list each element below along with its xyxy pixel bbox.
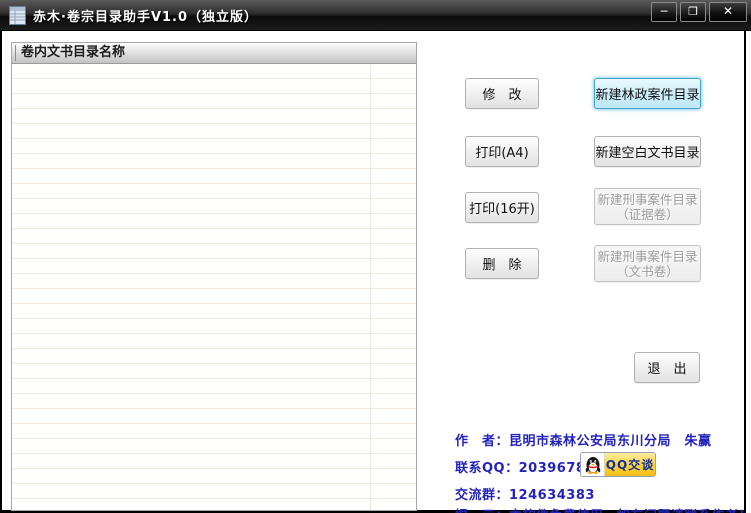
list-row[interactable]: [12, 169, 416, 184]
author-value: 昆明市森林公安局东川分局 朱赢: [509, 434, 712, 449]
group-number: 124634383: [509, 488, 595, 503]
list-row[interactable]: [12, 304, 416, 319]
directory-list-panel: 卷内文书目录名称: [11, 42, 417, 511]
list-row[interactable]: [12, 424, 416, 439]
group-label: 交流群：: [455, 488, 510, 503]
window-border-right: [744, 31, 746, 513]
list-row[interactable]: [12, 409, 416, 424]
print-a4-button[interactable]: 打印(A4): [465, 136, 539, 167]
window-border-left: [0, 31, 2, 513]
exit-button[interactable]: 退 出: [634, 352, 700, 383]
title-bar: 赤木·卷宗目录助手V1.0（独立版） ─ ❐ ✕: [0, 0, 751, 31]
new-criminal-document-button[interactable]: 新建刑事案件目录 （文书卷）: [594, 245, 701, 282]
list-column-header[interactable]: 卷内文书目录名称: [12, 43, 416, 64]
new-blank-directory-button[interactable]: 新建空白文书目录: [594, 136, 701, 167]
list-row[interactable]: [12, 154, 416, 169]
qq-label: 联系QQ：: [455, 461, 519, 476]
author-line: 作 者：昆明市森林公安局东川分局 朱赢: [455, 430, 712, 449]
list-row[interactable]: [12, 394, 416, 409]
list-row[interactable]: [12, 139, 416, 154]
list-row[interactable]: [12, 184, 416, 199]
app-window: 赤木·卷宗目录助手V1.0（独立版） ─ ❐ ✕ 卷内文书目录名称 修 改 打印…: [0, 0, 751, 513]
clipped-note-line: 提 示：本软件免费使用，如有问题请联系作者！: [455, 505, 751, 513]
list-row[interactable]: [12, 79, 416, 94]
list-row[interactable]: [12, 214, 416, 229]
modify-button[interactable]: 修 改: [465, 78, 539, 109]
list-row[interactable]: [12, 319, 416, 334]
list-row[interactable]: [12, 244, 416, 259]
list-row[interactable]: [12, 499, 416, 510]
list-row[interactable]: [12, 64, 416, 79]
list-row[interactable]: [12, 484, 416, 499]
list-row[interactable]: [12, 379, 416, 394]
list-row[interactable]: [12, 289, 416, 304]
delete-button[interactable]: 删 除: [465, 248, 539, 279]
group-line: 交流群：124634383: [455, 484, 595, 503]
close-button[interactable]: ✕: [709, 2, 747, 22]
new-criminal-evidence-button[interactable]: 新建刑事案件目录 （证据卷）: [594, 188, 701, 225]
list-row[interactable]: [12, 274, 416, 289]
qq-chat-button[interactable]: QQ交谈: [580, 452, 656, 477]
button-line2: （证据卷）: [616, 206, 679, 222]
list-rows: [12, 64, 416, 510]
list-row[interactable]: [12, 94, 416, 109]
qq-penguin-icon: [581, 453, 605, 476]
maximize-button[interactable]: ❐: [680, 2, 706, 22]
qq-chat-label: QQ交谈: [605, 453, 655, 476]
contact-qq-line: 联系QQ：20396789: [455, 457, 595, 476]
button-line1: 新建刑事案件目录: [597, 191, 698, 207]
list-row[interactable]: [12, 229, 416, 244]
window-title: 赤木·卷宗目录助手V1.0（独立版）: [33, 9, 259, 25]
button-line2: （文书卷）: [616, 263, 679, 279]
list-column-divider: [370, 64, 371, 510]
list-row[interactable]: [12, 364, 416, 379]
window-controls: ─ ❐ ✕: [651, 2, 747, 23]
list-row[interactable]: [12, 334, 416, 349]
author-label: 作 者：: [455, 434, 510, 449]
print-16k-button[interactable]: 打印(16开): [465, 192, 539, 223]
list-row[interactable]: [12, 109, 416, 124]
app-icon: [9, 5, 26, 25]
list-row[interactable]: [12, 259, 416, 274]
list-row[interactable]: [12, 349, 416, 364]
minimize-button[interactable]: ─: [651, 2, 677, 22]
list-row[interactable]: [12, 199, 416, 214]
list-row[interactable]: [12, 469, 416, 484]
list-row[interactable]: [12, 124, 416, 139]
list-row[interactable]: [12, 454, 416, 469]
new-forestry-case-button[interactable]: 新建林政案件目录: [594, 78, 701, 109]
list-row[interactable]: [12, 439, 416, 454]
button-line1: 新建刑事案件目录: [597, 248, 698, 264]
